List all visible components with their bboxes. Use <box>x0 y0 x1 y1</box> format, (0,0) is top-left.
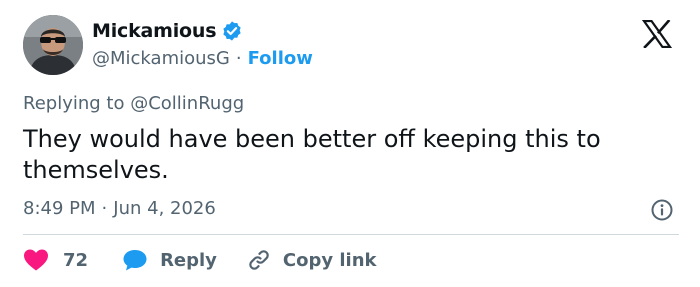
author-handle[interactable]: @MickamiousG <box>92 48 230 69</box>
verified-badge-icon <box>223 21 241 41</box>
like-count: 72 <box>63 249 89 271</box>
follow-button[interactable]: Follow <box>248 48 313 69</box>
author-handle-row: @MickamiousG · Follow <box>92 48 313 69</box>
author-name-row: Mickamious <box>92 20 243 42</box>
author-display-name[interactable]: Mickamious <box>92 20 217 42</box>
divider <box>23 234 679 235</box>
reply-button[interactable]: Reply <box>122 248 217 272</box>
replying-prefix: Replying to <box>23 93 125 114</box>
link-icon <box>249 250 269 270</box>
like-button[interactable]: 72 <box>23 248 88 272</box>
avatar[interactable] <box>23 15 83 75</box>
tweet-text: They would have been better off keeping … <box>23 125 601 184</box>
tweet-date: Jun 4, 2026 <box>113 198 216 219</box>
copy-link-button[interactable]: Copy link <box>247 248 377 272</box>
copy-link-label: Copy link <box>282 249 377 271</box>
replying-to-mention[interactable]: @CollinRugg <box>130 93 244 114</box>
handle-separator: · <box>235 48 242 69</box>
tweet-timestamp[interactable]: 8:49 PM · Jun 4, 2026 <box>23 198 216 219</box>
tweet-embed-card: Mickamious @MickamiousG · Follow Replyin… <box>0 0 700 287</box>
action-bar: 72 Reply Copy link <box>23 246 377 274</box>
x-logo-icon[interactable] <box>642 20 672 48</box>
timestamp-separator: · <box>101 198 108 219</box>
tweet-time: 8:49 PM <box>23 198 96 219</box>
avatar-photo-icon <box>23 15 83 75</box>
reply-label: Reply <box>160 249 217 271</box>
heart-icon <box>24 249 48 271</box>
speech-bubble-icon <box>123 250 147 271</box>
replying-to-line: Replying to @CollinRugg <box>23 93 244 114</box>
info-icon[interactable] <box>650 198 674 222</box>
